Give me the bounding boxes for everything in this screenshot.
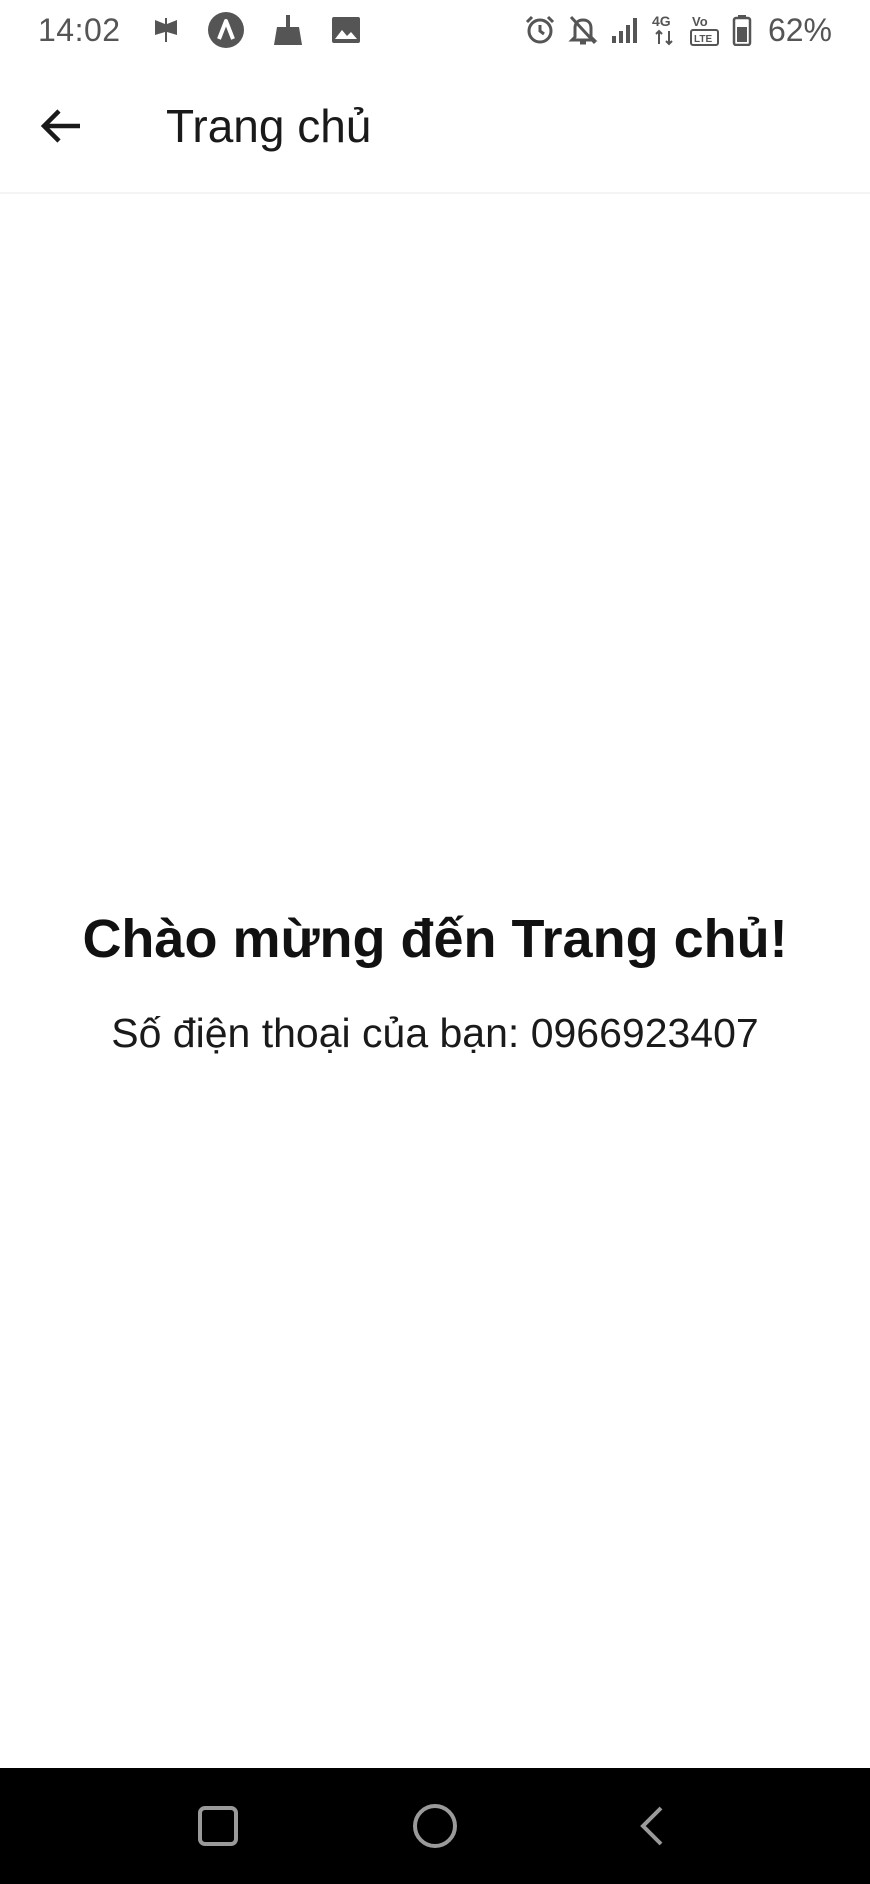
usb-debug-icon (151, 15, 181, 45)
screen: 14:02 4G Vo LTE 62% Trang chủ Chào mừng … (0, 0, 870, 1884)
recents-button[interactable] (173, 1781, 263, 1871)
battery-icon (732, 14, 752, 46)
phone-number-text: Số điện thoại của bạn: 0966923407 (111, 1010, 759, 1056)
status-notification-icons (151, 11, 361, 49)
signal-icon (610, 16, 640, 44)
main-content: Chào mừng đến Trang chủ! Số điện thoại c… (0, 196, 870, 1768)
back-icon (639, 1806, 663, 1846)
welcome-heading: Chào mừng đến Trang chủ! (82, 909, 788, 969)
home-button[interactable] (390, 1781, 480, 1871)
status-time: 14:02 (38, 11, 121, 48)
volte-icon: Vo LTE (689, 13, 720, 47)
nav-back-button[interactable] (607, 1781, 697, 1871)
recents-icon (198, 1806, 239, 1846)
network-4g-icon: 4G (652, 13, 678, 47)
notifications-off-icon (568, 14, 598, 46)
battery-percent: 62% (767, 11, 832, 48)
gallery-icon (331, 16, 361, 44)
cleaner-icon (271, 13, 305, 47)
back-button[interactable] (22, 86, 102, 166)
status-bar: 14:02 4G Vo LTE 62% (0, 0, 870, 60)
system-navigation-bar (0, 1768, 870, 1884)
app-a-icon (207, 11, 245, 49)
app-bar: Trang chủ (0, 60, 870, 194)
home-icon (412, 1804, 457, 1848)
svg-text:LTE: LTE (694, 34, 712, 45)
page-title: Trang chủ (166, 100, 372, 152)
svg-text:Vo: Vo (692, 14, 708, 29)
arrow-left-icon (40, 109, 80, 143)
svg-text:4G: 4G (652, 13, 671, 29)
status-system-icons: 4G Vo LTE 62% (524, 12, 832, 49)
alarm-icon (524, 14, 556, 46)
